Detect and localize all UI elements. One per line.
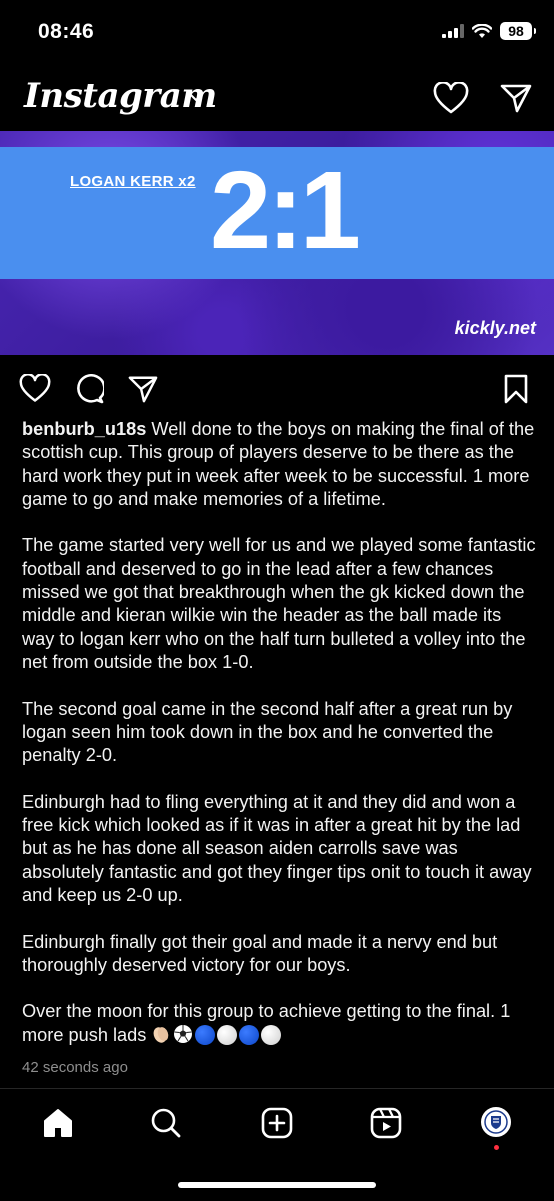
notification-dot — [494, 1145, 499, 1150]
heart-icon[interactable] — [433, 82, 469, 116]
brand-watermark: kickly.net — [454, 318, 536, 338]
reels-icon[interactable] — [370, 1107, 402, 1139]
profile-avatar-icon — [481, 1107, 511, 1137]
status-icons: 98 — [442, 22, 536, 40]
signal-icon — [442, 24, 464, 38]
blue-circle-emoji — [239, 1024, 260, 1045]
score-band: LOGAN KERR x2 2:1 — [0, 147, 554, 279]
chevron-down-icon[interactable] — [188, 92, 204, 102]
soccer-ball-emoji — [173, 1024, 193, 1050]
caption-paragraph: benburb_u18s Well done to the boys on ma… — [22, 418, 537, 511]
caption-paragraph: Edinburgh had to fling everything at it … — [22, 791, 532, 905]
status-bar: 08:46 98 — [0, 0, 554, 66]
search-icon[interactable] — [150, 1107, 182, 1139]
blue-circle-emoji — [195, 1024, 216, 1045]
home-icon[interactable] — [42, 1107, 74, 1139]
share-icon[interactable] — [128, 374, 158, 404]
post-action-bar — [0, 370, 554, 410]
caption-paragraph: Over the moon for this group to achieve … — [22, 1000, 537, 1050]
post-image[interactable]: LOGAN KERR x2 2:1 kickly.net — [0, 131, 554, 355]
direct-message-icon[interactable] — [500, 82, 532, 114]
white-circle-emoji — [217, 1024, 238, 1045]
comment-icon[interactable] — [74, 374, 104, 404]
clapping-hands-emoji — [151, 1024, 171, 1050]
profile-tab[interactable] — [481, 1107, 511, 1150]
caption-paragraph: The second goal came in the second half … — [22, 698, 513, 766]
battery-indicator: 98 — [500, 22, 536, 40]
caption-paragraph: Edinburgh finally got their goal and mad… — [22, 931, 498, 975]
bookmark-icon[interactable] — [503, 374, 529, 404]
white-circle-emoji — [261, 1024, 282, 1045]
goal-scorer-label: LOGAN KERR x2 — [70, 173, 196, 190]
create-post-icon[interactable] — [261, 1107, 293, 1139]
app-header: Instagram — [0, 70, 554, 130]
caption-username[interactable]: benburb_u18s — [22, 419, 146, 439]
like-heart-icon[interactable] — [19, 374, 51, 404]
status-time: 08:46 — [38, 20, 95, 43]
home-indicator — [178, 1182, 376, 1188]
caption-paragraph: The game started very well for us and we… — [22, 535, 536, 672]
post-caption: benburb_u18s Well done to the boys on ma… — [22, 418, 537, 1079]
post-timestamp: 42 seconds ago — [22, 1059, 128, 1077]
wifi-icon — [472, 23, 492, 38]
match-score: 2:1 — [210, 149, 361, 272]
